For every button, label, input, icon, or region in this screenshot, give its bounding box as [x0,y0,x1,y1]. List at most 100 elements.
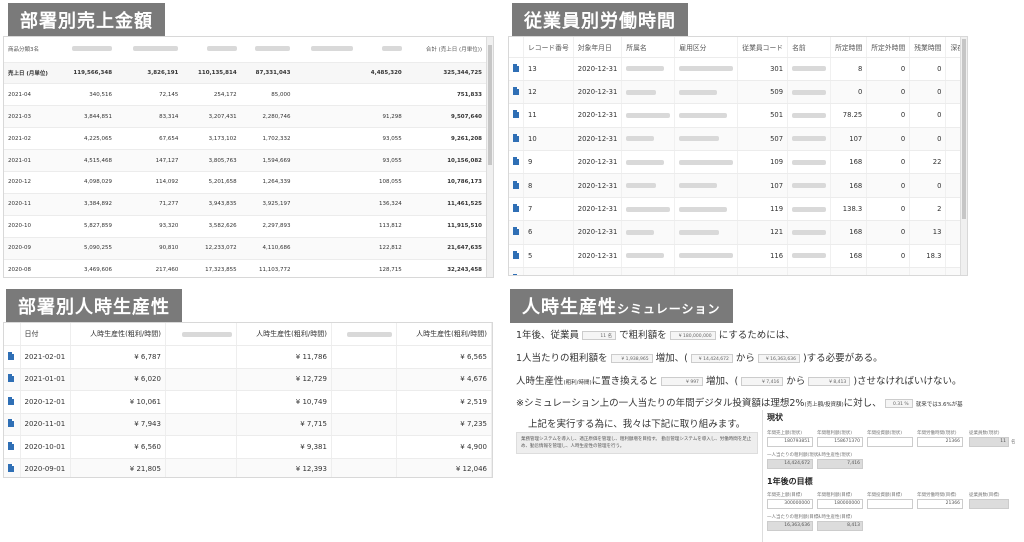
record-detail-cell[interactable] [4,458,21,477]
table-cell [294,171,358,194]
table-row[interactable]: 売上日 (月単位) 119,566,348 3,826,191 110,135,814… [4,62,486,85]
document-icon[interactable] [8,351,14,360]
record-detail-cell[interactable] [4,435,21,459]
table-cell [621,80,676,105]
table-row[interactable]: 10 2020-12-31 507 107 0 0 [509,127,967,152]
table-row[interactable]: 2020-10-01 ¥ 6,560 ¥ 9,381 ¥ 4,900 [4,435,492,459]
table-row[interactable]: 6 2020-12-31 121 168 0 13 [509,220,967,245]
record-detail-cell[interactable] [509,220,524,245]
table-row[interactable]: 2021-01 4,515,468 147,127 3,805,763 1,594,66… [4,149,486,172]
document-icon[interactable] [513,133,519,142]
current-employees-input[interactable]: 11 [969,437,1009,447]
table-row[interactable]: 13 2020-12-31 301 8 0 0 [509,57,967,81]
table-row[interactable]: 2021-04 340,516 72,145 254,172 85,000 751,833 [4,83,486,107]
document-icon[interactable] [513,204,519,213]
column-header: 人時生産性(粗利/時間) [70,323,166,346]
table-row[interactable]: 5 2020-12-31 116 168 0 18.3 [509,244,967,269]
document-icon[interactable] [513,250,519,259]
table-row[interactable]: 12 2020-12-31 509 0 0 0 [509,80,967,105]
goal-employees-input[interactable] [969,499,1009,509]
record-detail-cell[interactable] [509,80,524,105]
table-cell [674,80,739,105]
document-icon[interactable] [8,419,14,428]
table-cell: 13 [909,220,947,245]
table-cell: 2020-12-31 [573,103,623,128]
document-icon[interactable] [513,157,519,166]
table-row[interactable]: 2021-02-01 ¥ 6,787 ¥ 11,786 ¥ 6,565 [4,345,492,369]
table-cell [294,215,358,238]
record-detail-cell[interactable] [509,127,524,152]
table-row[interactable]: 2020-12 4,098,029 114,092 5,201,658 1,264,33… [4,171,486,194]
current-investment-input[interactable] [867,437,913,447]
table-cell [294,105,358,129]
current-profit-input[interactable]: 158671370 [817,437,863,447]
table-row[interactable]: 2021-02 4,225,065 67,654 3,173,102 1,702,332… [4,127,486,151]
document-icon[interactable] [8,396,14,405]
record-detail-cell[interactable] [509,244,524,269]
current-sales-input[interactable]: 180793851 [767,437,813,447]
table-cell: 2020-12-31 [573,57,623,81]
document-icon[interactable] [513,87,519,96]
goal-investment-input[interactable] [867,499,913,509]
document-icon[interactable] [513,110,519,119]
table-row[interactable]: 2020-12-01 ¥ 10,061 ¥ 10,749 ¥ 2,519 [4,390,492,414]
column-header: レコード番号 [523,37,574,58]
table-row[interactable]: 2020-09-01 ¥ 21,805 ¥ 12,393 ¥ 12,046 [4,458,492,477]
table-row[interactable]: 9 2020-12-31 109 168 0 22 [509,150,967,175]
table-cell: 7 [523,197,574,222]
scrollbar-thumb[interactable] [488,45,492,165]
document-icon[interactable] [8,464,14,473]
document-icon[interactable] [513,227,519,236]
table-cell: 4,098,029 [56,171,117,194]
table-row[interactable]: 2020-11-01 ¥ 7,943 ¥ 7,715 ¥ 7,235 [4,413,492,436]
record-detail-cell[interactable] [509,57,524,81]
table-cell: ¥ 6,787 [70,345,166,369]
goal-hours-input[interactable]: 21366 [917,499,963,509]
employee-count-field[interactable]: 11 名 [582,331,617,340]
vertical-scrollbar[interactable] [486,37,493,277]
record-detail-cell[interactable] [4,413,21,436]
document-icon[interactable] [513,63,519,72]
table-cell [165,390,237,414]
table-row[interactable]: 2021-01-01 ¥ 6,020 ¥ 12,729 ¥ 4,676 [4,368,492,391]
record-detail-cell[interactable] [4,368,21,391]
table-row[interactable]: 2020-10 5,827,859 93,320 3,582,626 2,297,893… [4,215,486,238]
table-cell: 0 [866,57,911,81]
table-cell: 2021-02 [4,127,56,151]
document-icon[interactable] [513,180,519,189]
table-cell: ¥ 12,393 [236,458,332,477]
profit-to-field: ¥ 16,363,636 [757,354,800,363]
record-detail-cell[interactable] [509,267,524,275]
record-detail-cell[interactable] [4,345,21,369]
table-cell: 3,207,431 [182,105,241,129]
record-detail-cell[interactable] [509,173,524,198]
vertical-scrollbar[interactable] [960,37,967,275]
table-row[interactable]: 2020-08 3,469,606 217,460 17,323,855 11,103,… [4,259,486,277]
document-icon[interactable] [8,374,14,383]
table-row[interactable]: 8 2020-12-31 107 168 0 0 [509,173,967,198]
table-cell [674,197,739,222]
table-row[interactable]: 2021-03 3,844,851 83,314 3,207,431 2,280,746… [4,105,486,129]
document-icon[interactable] [8,441,14,450]
record-detail-cell[interactable] [509,197,524,222]
record-detail-cell[interactable] [509,150,524,175]
table-cell: 4,515,468 [56,149,117,172]
gross-profit-target-field[interactable]: ¥ 180,000,000 [669,331,716,340]
record-detail-cell[interactable] [4,390,21,414]
document-icon[interactable] [513,274,519,275]
simulation-line-4: ※シミュレーション上の一人当たりの年間デジタル投資額は理想2%(売上額/投資額)… [516,398,963,409]
table-cell: 121 [737,220,789,245]
table-row[interactable]: 2020-11 3,384,892 71,277 3,943,835 3,925,197… [4,193,486,216]
table-row[interactable]: 2020-09 5,090,255 90,810 12,233,072 4,110,68… [4,237,486,260]
record-detail-cell[interactable] [509,103,524,128]
table-cell: 4,225,065 [56,127,117,151]
goal-sales-input[interactable]: 300000000 [767,499,813,509]
table-row[interactable]: 42020-12-31 104 168012.3 [509,267,967,275]
table-cell: 10,156,082 [405,149,486,172]
table-row[interactable]: 7 2020-12-31 119 138.3 0 2 [509,197,967,222]
table-cell [621,103,676,128]
table-row[interactable]: 11 2020-12-31 501 78.25 0 0 [509,103,967,128]
current-hours-input[interactable]: 21366 [917,437,963,447]
goal-profit-input[interactable]: 180000000 [817,499,863,509]
scrollbar-thumb[interactable] [962,39,966,219]
